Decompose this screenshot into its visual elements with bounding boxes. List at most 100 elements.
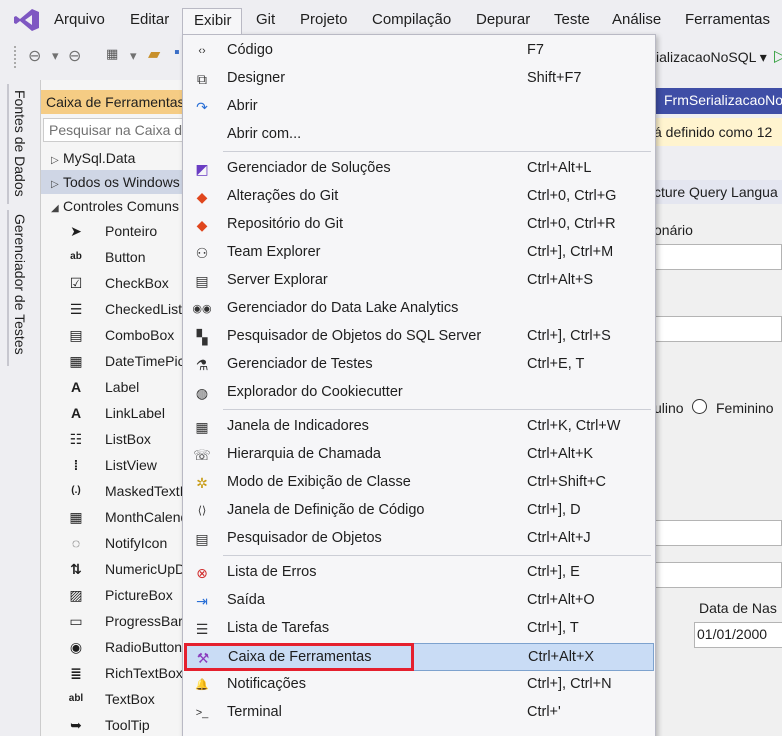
toolbox-item-progressbar[interactable]: ▭ ProgressBar — [41, 608, 185, 634]
back-dropdown-icon[interactable]: ▾ — [52, 48, 59, 64]
menu-item-gerenciador-do-data-lake-analytics[interactable]: ◉◉ Gerenciador do Data Lake Analytics — [184, 295, 654, 323]
toolbox-title[interactable]: Caixa de Ferramentas — [41, 90, 185, 114]
new-item-dropdown-icon[interactable]: ▾ — [130, 48, 137, 64]
menu-item-label: Janela de Definição de Código — [227, 502, 425, 518]
toolbox-item-button[interactable]: ab Button — [41, 244, 185, 270]
picture-icon: ▨ — [69, 587, 83, 603]
toolbox-item-ponteiro[interactable]: ➤ Ponteiro — [41, 218, 185, 244]
forward-icon[interactable]: ⊖ — [68, 46, 81, 66]
toolbox-group-mysql[interactable]: ▷ MySql.Data — [41, 146, 185, 170]
radio-feminino[interactable] — [692, 399, 707, 414]
toolbox-item-label[interactable]: A Label — [41, 374, 185, 400]
menu-arquivo[interactable]: Arquivo — [54, 10, 105, 30]
toolbox-item-listview[interactable]: ⁞ ListView — [41, 452, 185, 478]
menu-item-shortcut: Ctrl+Alt+O — [527, 592, 595, 608]
numeric-icon: ⇅ — [70, 561, 82, 577]
menu-item-label: Saída — [227, 592, 265, 608]
toolbox-item-textbox[interactable]: abl TextBox — [41, 686, 185, 712]
menu-item-label: Server Explorar — [227, 272, 328, 288]
menu-item-janela-de-definic-a-o-de-co-digo[interactable]: ⟨⟩ Janela de Definição de Código Ctrl+], D — [184, 497, 654, 525]
save-icon[interactable]: ▪ — [174, 44, 180, 62]
menu-compilacao[interactable]: Compilação — [372, 10, 451, 30]
menu-item-label: Gerenciador de Testes — [227, 356, 373, 372]
menu-item-modo-de-exibic-a-o-de-classe[interactable]: ✲ Modo de Exibição de Classe Ctrl+Shift+C — [184, 469, 654, 497]
menu-item-shortcut: Ctrl+Alt+S — [527, 272, 594, 288]
menu-item-alterac-o-es-do-git[interactable]: ◆ Alterações do Git Ctrl+0, Ctrl+G — [184, 183, 654, 211]
toolbox-item-label: NumericUpDown — [105, 561, 185, 577]
menu-item-explorador-do-cookiecutter[interactable]: ◍ Explorador do Cookiecutter — [184, 379, 654, 407]
menu-item-janela-de-indicadores[interactable]: ▦ Janela de Indicadores Ctrl+K, Ctrl+W — [184, 413, 654, 441]
toolbox-item-monthcalendar[interactable]: ▦ MonthCalendar — [41, 504, 185, 530]
text-field-2[interactable] — [654, 316, 782, 342]
menu-item-designer[interactable]: ⧉ Designer Shift+F7 — [184, 65, 654, 93]
menu-item-pesquisador-de-objetos[interactable]: ▤ Pesquisador de Objetos Ctrl+Alt+J — [184, 525, 654, 553]
toolbox-group-all-windows-forms[interactable]: ▷Todos os Windows Forms — [41, 170, 185, 194]
toolbox-group-common-controls[interactable]: ◢ Controles Comuns — [41, 194, 185, 218]
menu-item-gerenciador-de-soluc-o-es[interactable]: ◩ Gerenciador de Soluções Ctrl+Alt+L — [184, 155, 654, 183]
menu-item-label: Designer — [227, 70, 286, 86]
menu-item-sai-da[interactable]: ⇥ Saída Ctrl+Alt+O — [184, 587, 654, 615]
open-folder-icon[interactable]: ▰ — [148, 44, 160, 64]
richtext-icon: ≣ — [70, 665, 82, 681]
calendar-icon: ▦ — [69, 509, 83, 525]
menu-item-co-digo[interactable]: ‹› Código F7 — [184, 37, 654, 65]
radio-masculino-label[interactable]: ulino — [654, 400, 684, 416]
menu-ferramentas[interactable]: Ferramentas — [685, 10, 770, 30]
toolbox-item-richtextbox[interactable]: ≣ RichTextBox — [41, 660, 185, 686]
menu-item-pesquisador-de-objetos-do-sql-server[interactable]: ▚ Pesquisador de Objetos do SQL Server Ctr… — [184, 323, 654, 351]
menu-item-label: Explorador do Cookiecutter — [227, 384, 403, 400]
menu-depurar[interactable]: Depurar — [476, 10, 530, 30]
startup-project-select[interactable]: ializacaoNoSQL ▾ — [656, 49, 767, 66]
menu-item-notificac-o-es[interactable]: 🔔 Notificações Ctrl+], Ctrl+N — [184, 671, 654, 699]
text-field-1[interactable] — [654, 244, 782, 270]
menu-item-label: Lista de Erros — [227, 564, 317, 580]
toolbox-item-radiobutton[interactable]: ◉ RadioButton — [41, 634, 185, 660]
collapse-icon[interactable]: ◢ — [51, 197, 63, 218]
menu-item-reposito-rio-do-git[interactable]: ◆ Repositório do Git Ctrl+0, Ctrl+R — [184, 211, 654, 239]
menu-item-abrir[interactable]: ↷ Abrir — [184, 93, 654, 121]
side-tab-fontes-de-dados[interactable]: Fontes de Dados — [7, 84, 33, 204]
expand-icon[interactable]: ▷ — [51, 149, 63, 170]
cookiecutter-icon: ◍ — [195, 385, 209, 401]
toolbox-item-notifyicon[interactable]: ◌ NotifyIcon — [41, 530, 185, 556]
dob-picker[interactable]: 01/01/2000 — [694, 622, 782, 648]
side-tab-gerenciador-testes[interactable]: Gerenciador de Testes — [7, 210, 33, 366]
menu-git[interactable]: Git — [256, 10, 275, 30]
menu-item-team-explorer[interactable]: ⚇ Team Explorer Ctrl+], Ctrl+M — [184, 239, 654, 267]
expand-icon[interactable]: ▷ — [51, 173, 63, 194]
designer-icon: ⧉ — [197, 71, 207, 87]
visual-studio-logo-icon[interactable] — [14, 8, 40, 32]
menu-item-lista-de-erros[interactable]: ⊗ Lista de Erros Ctrl+], E — [184, 559, 654, 587]
toolbox-item-datetimepicker[interactable]: ▦ DateTimePicker — [41, 348, 185, 374]
toolbox-item-numericupdown[interactable]: ⇅ NumericUpDown — [41, 556, 185, 582]
menu-analise[interactable]: Análise — [612, 10, 661, 30]
menu-item-hierarquia-de-chamada[interactable]: ☏ Hierarquia de Chamada Ctrl+Alt+K — [184, 441, 654, 469]
toolbox-item-listbox[interactable]: ☷ ListBox — [41, 426, 185, 452]
menu-item-terminal[interactable]: >_ Terminal Ctrl+' — [184, 699, 654, 727]
toolbox-item-linklabel[interactable]: A LinkLabel — [41, 400, 185, 426]
toolbox-item-checkedlistbox[interactable]: ☰ CheckedListBox — [41, 296, 185, 322]
toolbox-item-label: LinkLabel — [105, 405, 165, 421]
toolbox-item-combobox[interactable]: ▤ ComboBox — [41, 322, 185, 348]
text-field-3[interactable] — [654, 520, 782, 546]
toolbox-item-maskedtextbox[interactable]: (.) MaskedTextBox — [41, 478, 185, 504]
menu-item-lista-de-tarefas[interactable]: ☰ Lista de Tarefas Ctrl+], T — [184, 615, 654, 643]
menu-teste[interactable]: Teste — [554, 10, 590, 30]
toolbox-item-tooltip[interactable]: ➥ ToolTip — [41, 712, 185, 736]
toolbox-search-input[interactable]: Pesquisar na Caixa de Ferramentas — [43, 118, 185, 142]
menu-item-shortcut: Ctrl+], Ctrl+S — [527, 328, 611, 344]
radio-feminino-label[interactable]: Feminino — [716, 400, 774, 416]
new-item-icon[interactable]: ▦ — [106, 46, 118, 62]
menu-editar[interactable]: Editar — [130, 10, 169, 30]
menu-projeto[interactable]: Projeto — [300, 10, 348, 30]
back-icon[interactable]: ⊖ — [28, 46, 41, 66]
menu-exibir[interactable]: Exibir — [182, 8, 242, 34]
text-field-4[interactable] — [654, 562, 782, 588]
toolbox-item-picturebox[interactable]: ▨ PictureBox — [41, 582, 185, 608]
document-tab[interactable]: FrmSerializacaoNoSQL — [654, 88, 782, 114]
menu-item-abrir-com[interactable]: Abrir com... — [184, 121, 654, 149]
start-debug-icon[interactable]: ▷ — [774, 46, 782, 66]
toolbox-item-checkbox[interactable]: ☑ CheckBox — [41, 270, 185, 296]
menu-item-server-explorar[interactable]: ▤ Server Explorar Ctrl+Alt+S — [184, 267, 654, 295]
menu-item-gerenciador-de-testes[interactable]: ⚗ Gerenciador de Testes Ctrl+E, T — [184, 351, 654, 379]
